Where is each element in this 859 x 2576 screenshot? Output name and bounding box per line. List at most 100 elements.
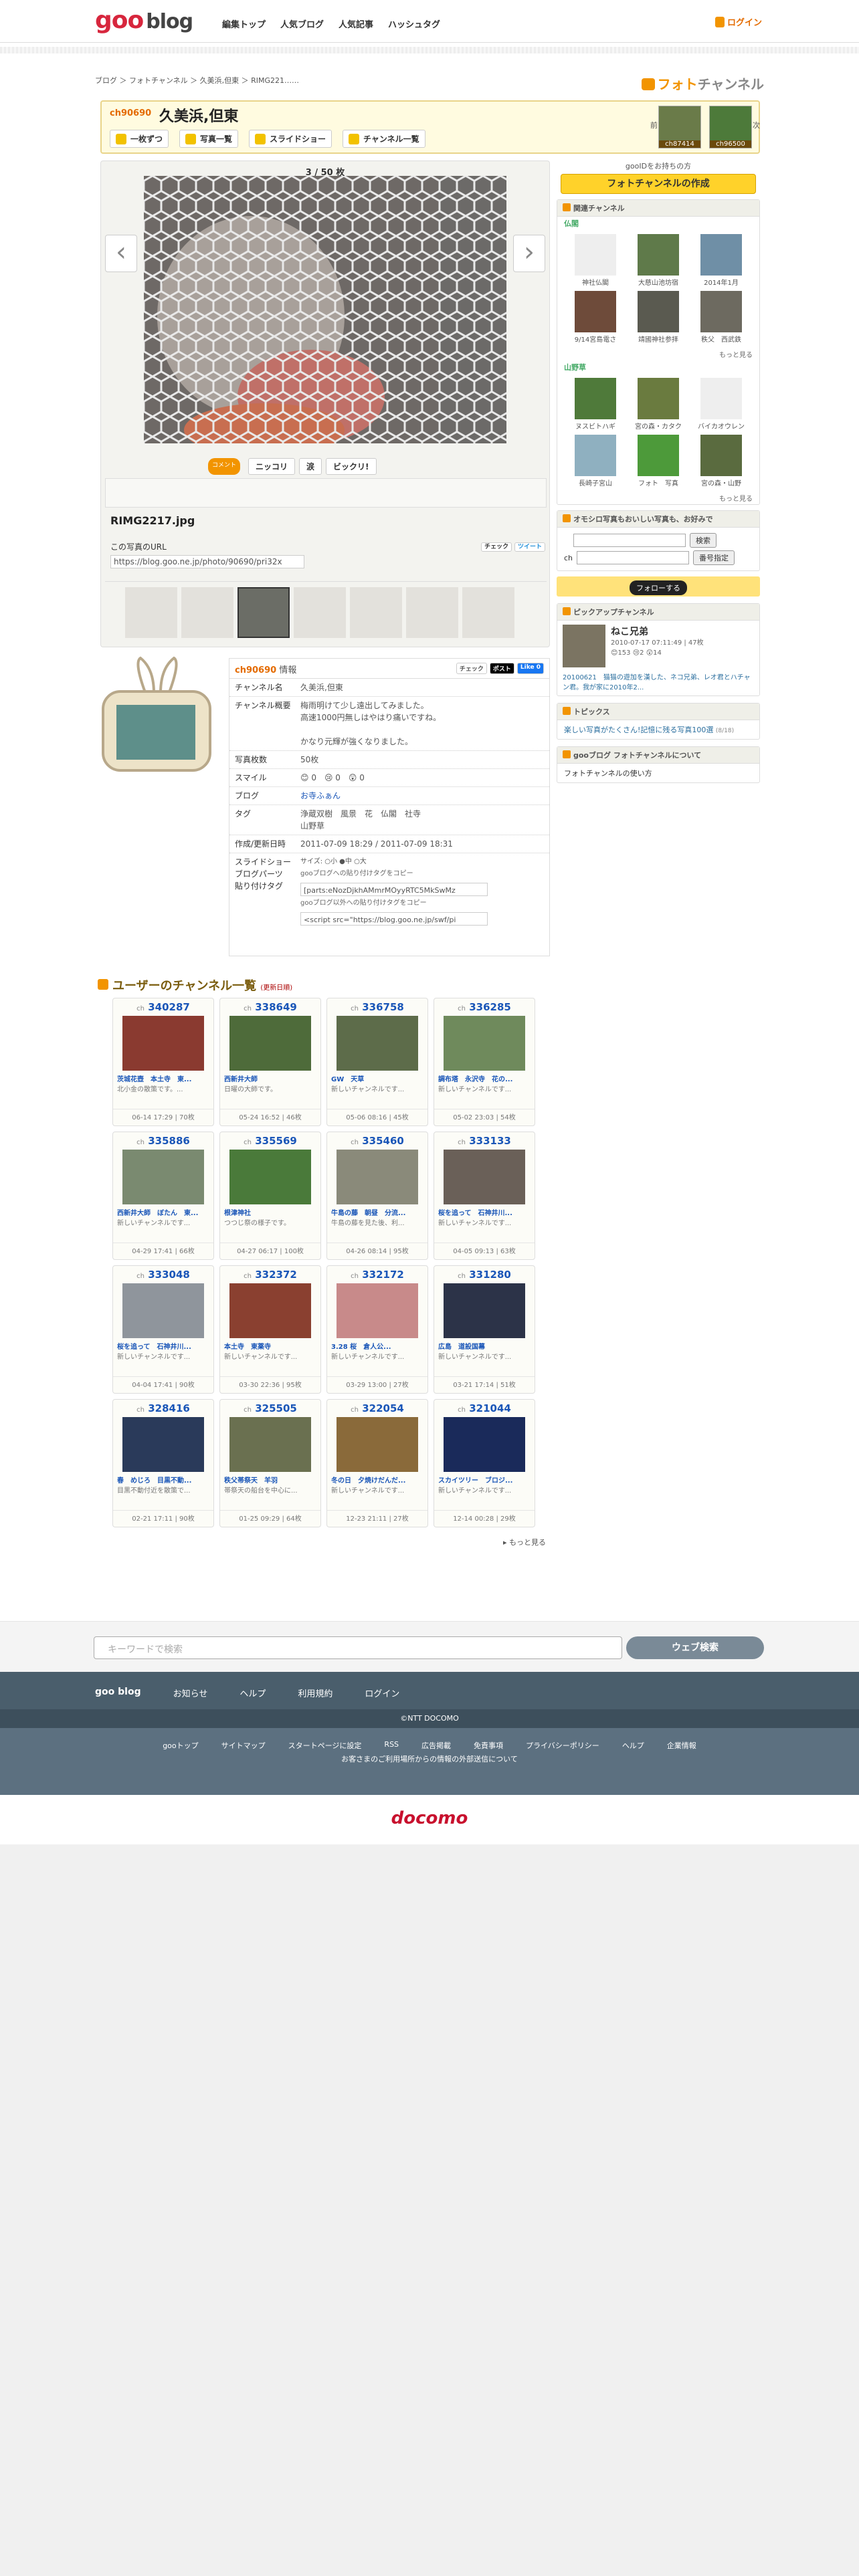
card-title[interactable]: 桜を追って 石神井川...: [434, 1207, 535, 1217]
footer-link[interactable]: ヘルプ: [622, 1740, 644, 1751]
strip-thumb-current[interactable]: [237, 587, 290, 638]
card-title[interactable]: 秩父帯祭天 羊羽: [220, 1475, 320, 1485]
card-title[interactable]: 3.28 桜 倉人公...: [327, 1341, 427, 1351]
card-thumb[interactable]: [337, 1417, 418, 1472]
next-channel-thumb[interactable]: 次 ch96500: [709, 106, 760, 148]
nav-popular-blog[interactable]: 人気ブログ: [280, 17, 324, 30]
card-thumb[interactable]: [444, 1016, 525, 1071]
footer-link[interactable]: gooトップ: [163, 1740, 198, 1751]
related-item[interactable]: バイカオウレン: [694, 378, 749, 431]
footer-link[interactable]: お知らせ: [173, 1687, 208, 1699]
card-channel-id[interactable]: ch 321044: [434, 1402, 535, 1414]
footer-link[interactable]: プライバシーポリシー: [526, 1740, 599, 1751]
strip-thumb[interactable]: [350, 587, 402, 638]
channel-card[interactable]: ch 335886 西新井大師 ぼたん 東... 新しいチャンネルです... 04-2…: [112, 1132, 214, 1260]
external-transmission-note[interactable]: お客さまのご利用場所からの情報の外部送信について: [0, 1753, 859, 1764]
channel-card[interactable]: ch 340287 茨城花壺 本土寺 東... 北小金の散策です。... 06-14 …: [112, 998, 214, 1126]
related-item[interactable]: 大慈山池坊宿: [631, 234, 686, 287]
card-thumb[interactable]: [337, 1016, 418, 1071]
card-thumb[interactable]: [229, 1283, 311, 1338]
more-link[interactable]: もっと見る: [557, 348, 759, 360]
one-by-one-button[interactable]: 一枚ずつ: [110, 130, 169, 148]
related-item[interactable]: 長崎子宮山: [568, 435, 623, 488]
other-tag-field[interactable]: <script src="https://blog.goo.ne.jp/swf/…: [300, 912, 488, 926]
howto-link[interactable]: フォトチャンネルの使い方: [557, 764, 759, 782]
card-channel-id[interactable]: ch 322054: [327, 1402, 427, 1414]
number-input[interactable]: [577, 551, 690, 564]
related-item[interactable]: 宮の森・カタク: [631, 378, 686, 431]
smile-reaction-button[interactable]: ニッコリ: [248, 458, 296, 475]
goo-tag-field[interactable]: [parts:eNozDjkhAMmrMOyyRTC5MkSwMz: [300, 883, 488, 896]
footer-link[interactable]: ログイン: [365, 1687, 399, 1699]
strip-thumb[interactable]: [294, 587, 346, 638]
channel-card[interactable]: ch 332172 3.28 桜 倉人公... 新しいチャンネルです... 03-29…: [326, 1265, 428, 1394]
card-title[interactable]: 桜を追って 石神井川...: [113, 1341, 213, 1351]
card-title[interactable]: 西新井大師 ぼたん 東...: [113, 1207, 213, 1217]
surprise-reaction-button[interactable]: ビックリ!: [326, 458, 377, 475]
footer-brand[interactable]: goo blog: [95, 1687, 141, 1697]
login-link[interactable]: ログイン: [714, 15, 762, 28]
card-channel-id[interactable]: ch 336758: [327, 1001, 427, 1013]
card-channel-id[interactable]: ch 336285: [434, 1001, 535, 1013]
card-channel-id[interactable]: ch 335460: [327, 1135, 427, 1147]
related-item[interactable]: ヌスビトハギ: [568, 378, 623, 431]
related-item[interactable]: 9/14宮島電さ: [568, 291, 623, 344]
footer-link[interactable]: 広告掲載: [421, 1740, 451, 1751]
card-thumb[interactable]: [229, 1150, 311, 1204]
photo-list-button[interactable]: 写真一覧: [179, 130, 239, 148]
card-thumb[interactable]: [122, 1417, 204, 1472]
card-channel-id[interactable]: ch 340287: [113, 1001, 213, 1013]
nav-edit-top[interactable]: 編集トップ: [222, 17, 266, 30]
slideshow-button[interactable]: スライドショー: [249, 130, 332, 148]
card-title[interactable]: 春 めじろ 目黒不動...: [113, 1475, 213, 1485]
goo-blog-logo[interactable]: goo blog: [95, 7, 193, 34]
main-photo[interactable]: [144, 176, 506, 443]
card-title[interactable]: 西新井大師: [220, 1073, 320, 1083]
strip-thumb[interactable]: [462, 587, 514, 638]
check-button[interactable]: チェック: [481, 542, 512, 552]
card-title[interactable]: 本土寺 東薬寺: [220, 1341, 320, 1351]
card-thumb[interactable]: [444, 1417, 525, 1472]
card-channel-id[interactable]: ch 332372: [220, 1269, 320, 1281]
tear-reaction-button[interactable]: 涙: [299, 458, 322, 475]
footer-link[interactable]: RSS: [384, 1740, 399, 1751]
x-post-button[interactable]: ポスト: [489, 663, 514, 674]
card-channel-id[interactable]: ch 332172: [327, 1269, 427, 1281]
number-button[interactable]: 番号指定: [693, 550, 735, 565]
channel-card[interactable]: ch 336285 調布塔 永沢寺 花の... 新しいチャンネルです... 05-02…: [434, 998, 535, 1126]
nav-hashtag[interactable]: ハッシュタグ: [388, 17, 440, 30]
follow-button[interactable]: フォローする: [630, 580, 687, 595]
nav-popular-article[interactable]: 人気記事: [339, 17, 373, 30]
channel-card[interactable]: ch 328416 春 めじろ 目黒不動... 目黒不動付近を散策で... 02-21…: [112, 1399, 214, 1527]
channel-card[interactable]: ch 321044 スカイツリー ブロジ... 新しいチャンネルです... 12-14…: [434, 1399, 535, 1527]
docomo-logo[interactable]: docomo: [0, 1795, 859, 1844]
pickup-name[interactable]: ねこ兄弟: [611, 625, 704, 638]
card-channel-id[interactable]: ch 338649: [220, 1001, 320, 1013]
strip-thumb[interactable]: [406, 587, 458, 638]
create-channel-button[interactable]: フォトチャンネルの作成: [561, 174, 756, 194]
card-thumb[interactable]: [444, 1283, 525, 1338]
related-item[interactable]: フォト 写真: [631, 435, 686, 488]
topic-link[interactable]: 楽しい写真がたくさん!記憶に残る写真100選 (8/18): [557, 720, 759, 739]
channel-cover-photo[interactable]: [116, 705, 195, 760]
footer-link[interactable]: スタートページに設定: [288, 1740, 362, 1751]
card-channel-id[interactable]: ch 335569: [220, 1135, 320, 1147]
photo-channel-brand[interactable]: フォトチャンネル: [641, 74, 764, 93]
card-channel-id[interactable]: ch 333133: [434, 1135, 535, 1147]
card-thumb[interactable]: [444, 1150, 525, 1204]
card-thumb[interactable]: [122, 1016, 204, 1071]
footer-link[interactable]: 企業情報: [667, 1740, 696, 1751]
channel-card[interactable]: ch 335460 牛島の藤 朝昼 分流... 牛島の藤を見た後、利... 04-26…: [326, 1132, 428, 1260]
card-thumb[interactable]: [337, 1283, 418, 1338]
card-thumb[interactable]: [337, 1150, 418, 1204]
strip-thumb[interactable]: [125, 587, 177, 638]
more-link[interactable]: もっと見る: [557, 492, 759, 504]
search-button[interactable]: 検索: [690, 533, 717, 548]
web-search-button[interactable]: ウェブ検索: [626, 1636, 764, 1659]
channel-card[interactable]: ch 332372 本土寺 東薬寺 新しいチャンネルです... 03-30 22:36…: [219, 1265, 321, 1394]
card-channel-id[interactable]: ch 328416: [113, 1402, 213, 1414]
fb-like-button[interactable]: Like 0: [516, 663, 544, 674]
channel-card[interactable]: ch 333133 桜を追って 石神井川... 新しいチャンネルです... 04-05…: [434, 1132, 535, 1260]
card-thumb[interactable]: [122, 1283, 204, 1338]
card-title[interactable]: スカイツリー ブロジ...: [434, 1475, 535, 1485]
